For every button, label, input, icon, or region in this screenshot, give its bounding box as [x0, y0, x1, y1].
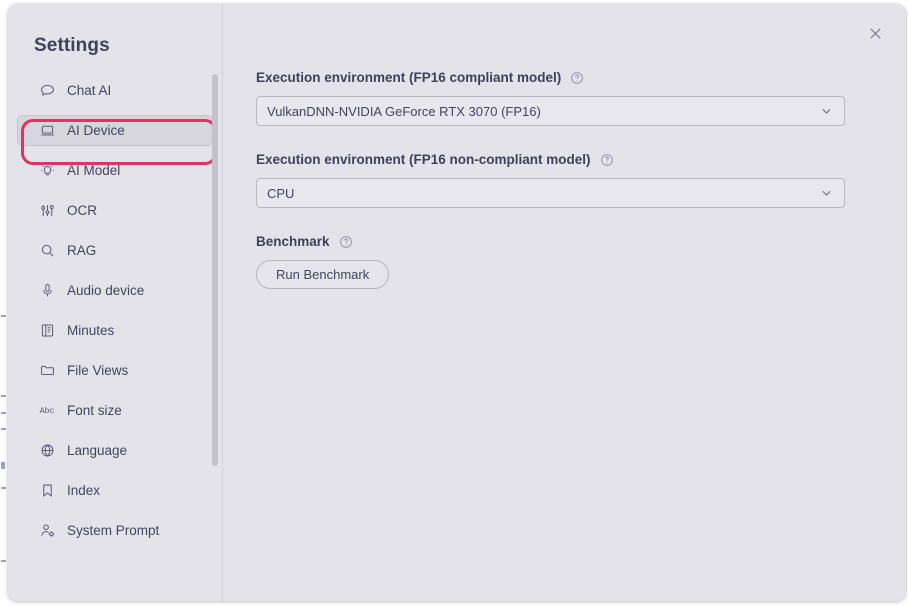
- run-benchmark-label: Run Benchmark: [276, 267, 370, 282]
- close-button[interactable]: [858, 16, 892, 50]
- sidebar-nav: Chat AI AI Device AI Model OCR RAG Audio…: [8, 75, 222, 546]
- sidebar-scrollbar-thumb[interactable]: [212, 74, 218, 466]
- background-sliver: [1, 560, 6, 562]
- sidebar-scrollbar[interactable]: [212, 64, 218, 542]
- sidebar-item-rag[interactable]: RAG: [17, 235, 213, 266]
- benchmark-label-row: Benchmark: [256, 234, 906, 249]
- search-icon: [38, 242, 56, 260]
- fp16-non-compliant-label-row: Execution environment (FP16 non-complian…: [256, 152, 906, 167]
- microphone-icon: [38, 282, 56, 300]
- sidebar-item-index[interactable]: Index: [17, 475, 213, 506]
- background-sliver: [1, 395, 6, 397]
- fp16-non-compliant-value: CPU: [267, 185, 295, 201]
- background-sliver: [1, 412, 6, 414]
- sidebar-item-system-prompt[interactable]: System Prompt: [17, 515, 213, 546]
- sidebar-item-label: AI Device: [67, 123, 125, 138]
- sidebar-item-label: Font size: [67, 403, 122, 418]
- background-sliver: [1, 315, 6, 317]
- close-icon: [869, 27, 881, 39]
- bookmark-icon: [38, 482, 56, 500]
- sidebar-item-ai-device[interactable]: AI Device: [17, 115, 213, 146]
- fp16-non-compliant-label: Execution environment (FP16 non-complian…: [256, 152, 591, 167]
- sidebar-item-label: Index: [67, 483, 101, 498]
- background-sliver: [1, 428, 6, 430]
- chevron-down-icon: [820, 187, 833, 200]
- folder-icon: [38, 362, 56, 380]
- lightbulb-icon: [38, 162, 56, 180]
- sidebar-item-file-views[interactable]: File Views: [17, 355, 213, 386]
- benchmark-label: Benchmark: [256, 234, 330, 249]
- sliders-icon: [38, 202, 56, 220]
- sidebar-item-audio-device[interactable]: Audio device: [17, 275, 213, 306]
- sidebar-item-label: Chat AI: [67, 83, 112, 98]
- sidebar-item-label: System Prompt: [67, 523, 160, 538]
- help-circle-icon[interactable]: [570, 71, 584, 85]
- sidebar-item-chat-ai[interactable]: Chat AI: [17, 75, 213, 106]
- sidebar-item-ai-model[interactable]: AI Model: [17, 155, 213, 186]
- sidebar-item-label: File Views: [67, 363, 129, 378]
- help-circle-icon[interactable]: [600, 153, 614, 167]
- benchmark-field: Benchmark Run Benchmark: [256, 234, 906, 289]
- chat-bubble-icon: [38, 82, 56, 100]
- background-sliver: [1, 487, 6, 489]
- fp16-non-compliant-field: Execution environment (FP16 non-complian…: [256, 152, 906, 208]
- page-title: Settings: [34, 35, 110, 56]
- sidebar-item-label: Audio device: [67, 283, 145, 298]
- sidebar-item-label: Language: [67, 443, 128, 458]
- background-sliver: [1, 462, 5, 469]
- laptop-icon: [38, 122, 56, 140]
- sidebar-item-minutes[interactable]: Minutes: [17, 315, 213, 346]
- sidebar-item-label: Minutes: [67, 323, 115, 338]
- user-gear-icon: [38, 522, 56, 540]
- fp16-compliant-field: Execution environment (FP16 compliant mo…: [256, 70, 906, 126]
- sidebar-item-label: OCR: [67, 203, 97, 218]
- settings-sidebar: Settings Chat AI AI Device AI Model OCR …: [8, 4, 223, 601]
- fp16-compliant-label: Execution environment (FP16 compliant mo…: [256, 70, 562, 85]
- chevron-down-icon: [820, 105, 833, 118]
- sidebar-item-font-size[interactable]: Abc Font size: [17, 395, 213, 426]
- globe-icon: [38, 442, 56, 460]
- abc-text-icon: Abc: [39, 405, 55, 416]
- fp16-compliant-value: VulkanDNN-NVIDIA GeForce RTX 3070 (FP16): [267, 103, 541, 119]
- fp16-compliant-dropdown[interactable]: VulkanDNN-NVIDIA GeForce RTX 3070 (FP16): [256, 96, 845, 126]
- sidebar-item-ocr[interactable]: OCR: [17, 195, 213, 226]
- settings-dialog: Settings Chat AI AI Device AI Model OCR …: [8, 4, 906, 601]
- fp16-compliant-label-row: Execution environment (FP16 compliant mo…: [256, 70, 906, 85]
- fp16-non-compliant-dropdown[interactable]: CPU: [256, 178, 845, 208]
- sidebar-item-label: AI Model: [67, 163, 121, 178]
- sidebar-item-language[interactable]: Language: [17, 435, 213, 466]
- book-icon: [38, 322, 56, 340]
- run-benchmark-button[interactable]: Run Benchmark: [256, 260, 390, 289]
- sidebar-item-label: RAG: [67, 243, 97, 258]
- settings-content-panel: Execution environment (FP16 compliant mo…: [223, 4, 906, 601]
- help-circle-icon[interactable]: [339, 235, 353, 249]
